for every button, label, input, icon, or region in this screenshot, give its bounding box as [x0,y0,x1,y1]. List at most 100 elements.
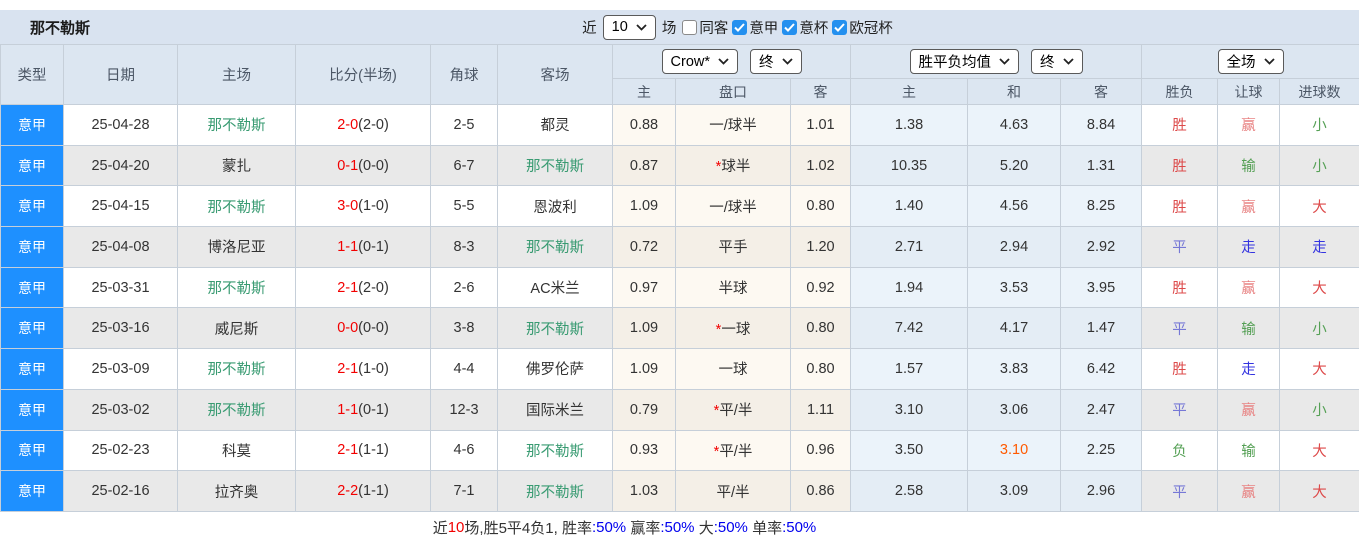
away-team[interactable]: 那不勒斯 [498,471,613,512]
top-strip [0,0,1359,10]
avg-away-odds: 2.47 [1061,389,1142,430]
subheader-eu-away: 客 [1061,79,1142,105]
avg-away-odds: 2.25 [1061,430,1142,471]
result-cell: 胜 [1142,267,1218,308]
europe-type-select[interactable]: 胜平负均值 [910,49,1020,74]
handicap-time-select[interactable]: 终 [750,49,802,74]
match-score: 2-2(1-1) [296,471,431,512]
home-team[interactable]: 拉齐奥 [178,471,296,512]
match-date: 25-03-31 [64,267,178,308]
result-cell: 平 [1142,471,1218,512]
fulltime-score: 3-0 [337,198,358,214]
filter-label: 欧冠杯 [849,17,893,38]
recent-count-select[interactable]: 10 [603,15,656,40]
avg-home-odds: 1.94 [851,267,968,308]
handicap-away-odds: 1.11 [791,389,851,430]
home-team[interactable]: 博洛尼亚 [178,227,296,268]
fulltime-score: 2-0 [337,117,358,133]
league-badge: 意甲 [1,267,64,308]
handicap-result-cell: 赢 [1218,389,1280,430]
away-team[interactable]: 都灵 [498,105,613,146]
europe-odds-group-header: 胜平负均值 终 [851,45,1142,79]
unchecked-checkbox[interactable] [682,20,697,35]
goals-result-cell: 大 [1280,471,1359,512]
home-team[interactable]: 那不勒斯 [178,186,296,227]
odds-company-select[interactable]: Crow* [662,49,738,74]
corner-score: 4-6 [431,430,498,471]
avg-home-odds: 2.71 [851,227,968,268]
avg-away-odds: 1.47 [1061,308,1142,349]
home-team[interactable]: 威尼斯 [178,308,296,349]
summary-text-part: :50% [660,519,694,536]
handicap-line: *一球 [676,308,791,349]
checked-checkbox[interactable] [782,20,797,35]
handicap-line: 一/球半 [676,186,791,227]
subheader-handicap-result: 让球 [1218,79,1280,105]
result-cell: 负 [1142,430,1218,471]
home-team[interactable]: 那不勒斯 [178,389,296,430]
checked-checkbox[interactable] [732,20,747,35]
match-row: 意甲25-04-28那不勒斯2-0(2-0)2-5都灵0.88一/球半1.011… [1,105,1359,146]
summary-text-part: 近 [433,517,448,538]
home-team[interactable]: 那不勒斯 [178,349,296,390]
handicap-result-cell: 输 [1218,308,1280,349]
recent-label: 近 [582,17,597,38]
away-team[interactable]: AC米兰 [498,267,613,308]
handicap-line: *球半 [676,145,791,186]
handicap-line: 半球 [676,267,791,308]
handicap-home-odds: 0.97 [613,267,676,308]
match-score: 2-1(1-1) [296,430,431,471]
avg-home-odds: 1.38 [851,105,968,146]
home-team[interactable]: 科莫 [178,430,296,471]
goals-result-cell: 走 [1280,227,1359,268]
subheader-eu-draw: 和 [968,79,1061,105]
summary-text-part: 场,胜5平4负1, [464,517,562,538]
league-badge: 意甲 [1,145,64,186]
filter-controls: 近 10 场 同客意甲意杯欧冠杯 [582,15,893,40]
chevron-down-icon [1063,58,1074,65]
away-team[interactable]: 那不勒斯 [498,145,613,186]
summary-text-part: :50% [592,519,626,536]
away-team[interactable]: 那不勒斯 [498,227,613,268]
match-score: 1-1(0-1) [296,227,431,268]
match-row: 意甲25-04-20蒙扎0-1(0-0)6-7那不勒斯0.87*球半1.0210… [1,145,1359,186]
handicap-away-odds: 1.20 [791,227,851,268]
handicap-result-cell: 走 [1218,349,1280,390]
away-team[interactable]: 那不勒斯 [498,308,613,349]
away-team[interactable]: 那不勒斯 [498,430,613,471]
handicap-home-odds: 1.03 [613,471,676,512]
avg-away-odds: 2.92 [1061,227,1142,268]
filter-label: 意杯 [799,17,828,38]
match-row: 意甲25-02-16拉齐奥2-2(1-1)7-1那不勒斯1.03平/半0.862… [1,471,1359,512]
away-team[interactable]: 国际米兰 [498,389,613,430]
match-score: 2-1(1-0) [296,349,431,390]
subheader-ah-away: 客 [791,79,851,105]
away-team[interactable]: 恩波利 [498,186,613,227]
match-row: 意甲25-02-23科莫2-1(1-1)4-6那不勒斯0.93*平/半0.963… [1,430,1359,471]
league-badge: 意甲 [1,308,64,349]
goals-result-cell: 大 [1280,349,1359,390]
result-cell: 胜 [1142,349,1218,390]
league-badge: 意甲 [1,186,64,227]
handicap-home-odds: 1.09 [613,349,676,390]
avg-draw-odds: 3.83 [968,349,1061,390]
full-half-select[interactable]: 全场 [1218,49,1284,74]
avg-away-odds: 6.42 [1061,349,1142,390]
europe-time-select[interactable]: 终 [1031,49,1083,74]
handicap-result-cell: 走 [1218,227,1280,268]
subheader-ah-line: 盘口 [676,79,791,105]
filter-label: 意甲 [749,17,778,38]
home-team[interactable]: 那不勒斯 [178,105,296,146]
home-team[interactable]: 蒙扎 [178,145,296,186]
checked-checkbox[interactable] [832,20,847,35]
fulltime-score: 0-0 [337,320,358,336]
subheader-ah-home: 主 [613,79,676,105]
home-team[interactable]: 那不勒斯 [178,267,296,308]
handicap-line: 平手 [676,227,791,268]
away-team[interactable]: 佛罗伦萨 [498,349,613,390]
handicap-away-odds: 0.92 [791,267,851,308]
avg-home-odds: 2.58 [851,471,968,512]
summary-footer: 近10场,胜5平4负1, 胜率:50% 赢率:50% 大:50% 单率:50% [0,512,1304,544]
summary-text-part: 赢率 [626,517,660,538]
subheader-eu-home: 主 [851,79,968,105]
